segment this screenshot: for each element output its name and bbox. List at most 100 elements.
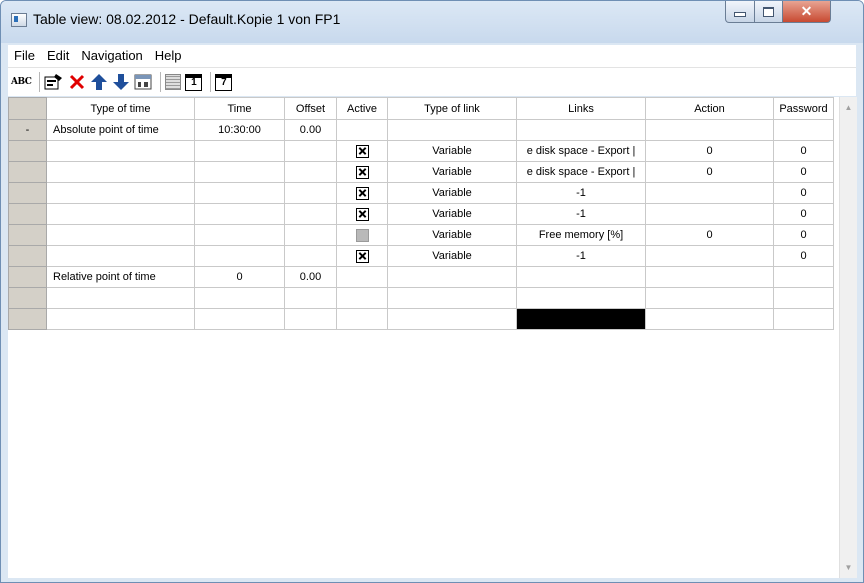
column-header[interactable]: Offset [284, 97, 337, 120]
cell-links[interactable] [516, 287, 646, 309]
active-checkbox[interactable] [355, 207, 369, 221]
spellcheck-button[interactable]: ABC [11, 71, 32, 93]
cell-active[interactable] [336, 287, 388, 309]
cell-time[interactable] [194, 203, 285, 225]
cell-type-of-link[interactable] [387, 308, 517, 330]
row-header[interactable] [8, 287, 47, 309]
cell-time[interactable]: 0 [194, 266, 285, 288]
properties-button[interactable] [44, 71, 64, 93]
cell-offset[interactable] [284, 161, 337, 183]
cell-action[interactable] [645, 203, 774, 225]
scroll-up-icon[interactable]: ▲ [840, 99, 857, 116]
table-row[interactable]: Variable e disk space - Export | 0 0 [8, 161, 834, 183]
cell-time[interactable] [194, 140, 285, 162]
table-row[interactable]: - Absolute point of time 10:30:00 0.00 [8, 119, 834, 141]
row-header[interactable] [8, 161, 47, 183]
table-row[interactable]: Variable e disk space - Export | 0 0 [8, 140, 834, 162]
cell-password[interactable]: 0 [773, 245, 834, 267]
cell-time[interactable] [194, 182, 285, 204]
cell-password[interactable]: 0 [773, 161, 834, 183]
active-checkbox[interactable] [355, 186, 369, 200]
table-row[interactable]: Variable Free memory [%] 0 0 [8, 224, 834, 246]
cell-offset[interactable]: 0.00 [284, 266, 337, 288]
menu-edit[interactable]: Edit [41, 45, 75, 67]
row-header[interactable]: - [8, 119, 47, 141]
grid-button[interactable] [165, 71, 182, 93]
numbering-button[interactable] [134, 71, 152, 93]
title-bar[interactable]: Table view: 08.02.2012 - Default.Kopie 1… [1, 1, 863, 43]
menu-file[interactable]: File [8, 45, 41, 67]
cell-type-of-time[interactable] [46, 224, 195, 246]
cell-active[interactable] [336, 308, 388, 330]
cell-links[interactable]: e disk space - Export | [516, 140, 646, 162]
cell-active[interactable] [336, 266, 388, 288]
row-header[interactable] [8, 308, 47, 330]
column-header[interactable]: Type of time [46, 97, 195, 120]
table-row[interactable]: Variable -1 0 [8, 182, 834, 204]
cell-action[interactable] [645, 182, 774, 204]
cell-links[interactable] [516, 266, 646, 288]
cell-password[interactable] [773, 308, 834, 330]
cell-offset[interactable] [284, 140, 337, 162]
cell-action[interactable]: 0 [645, 161, 774, 183]
cell-password[interactable]: 0 [773, 224, 834, 246]
cell-password[interactable] [773, 287, 834, 309]
cell-offset[interactable] [284, 287, 337, 309]
column-header[interactable]: Active [336, 97, 388, 120]
cell-action[interactable] [645, 308, 774, 330]
cell-active[interactable] [336, 161, 388, 183]
cell-time[interactable] [194, 287, 285, 309]
column-header[interactable]: Password [773, 97, 834, 120]
cell-type-of-time[interactable] [46, 203, 195, 225]
cell-type-of-time[interactable] [46, 245, 195, 267]
table-row[interactable] [8, 308, 834, 330]
cell-active[interactable] [336, 203, 388, 225]
menu-help[interactable]: Help [149, 45, 188, 67]
cell-type-of-link[interactable]: Variable [387, 140, 517, 162]
close-button[interactable]: ✕ [782, 1, 831, 23]
cell-type-of-time[interactable] [46, 161, 195, 183]
cell-password[interactable] [773, 119, 834, 141]
cell-time[interactable] [194, 161, 285, 183]
cell-offset[interactable] [284, 182, 337, 204]
table-row[interactable]: Variable -1 0 [8, 245, 834, 267]
cell-type-of-link[interactable] [387, 266, 517, 288]
delete-button[interactable] [68, 71, 86, 93]
app-icon[interactable] [11, 13, 27, 27]
cell-type-of-time[interactable] [46, 308, 195, 330]
cell-type-of-time[interactable]: Absolute point of time [46, 119, 195, 141]
cell-action[interactable] [645, 266, 774, 288]
column-header[interactable]: Time [194, 97, 285, 120]
cell-type-of-link[interactable]: Variable [387, 245, 517, 267]
cell-type-of-link[interactable]: Variable [387, 161, 517, 183]
cell-active[interactable] [336, 182, 388, 204]
row-header[interactable] [8, 266, 47, 288]
cell-password[interactable]: 0 [773, 182, 834, 204]
active-checkbox[interactable] [355, 249, 369, 263]
cell-action[interactable] [645, 287, 774, 309]
cell-type-of-link[interactable] [387, 119, 517, 141]
row-header[interactable] [8, 224, 47, 246]
cell-action[interactable]: 0 [645, 140, 774, 162]
cell-type-of-link[interactable]: Variable [387, 224, 517, 246]
menu-navigation[interactable]: Navigation [75, 45, 148, 67]
cell-links[interactable]: -1 [516, 245, 646, 267]
row-header[interactable] [8, 245, 47, 267]
column-header[interactable]: Action [645, 97, 774, 120]
week-view-button[interactable]: 7 [215, 71, 233, 93]
cell-active[interactable] [336, 119, 388, 141]
cell-password[interactable]: 0 [773, 140, 834, 162]
cell-active[interactable] [336, 245, 388, 267]
scroll-down-icon[interactable]: ▼ [840, 559, 857, 576]
cell-time[interactable] [194, 308, 285, 330]
cell-password[interactable]: 0 [773, 203, 834, 225]
cell-links[interactable]: -1 [516, 182, 646, 204]
table-row[interactable] [8, 287, 834, 309]
cell-action[interactable] [645, 119, 774, 141]
cell-offset[interactable] [284, 224, 337, 246]
maximize-button[interactable] [754, 1, 783, 23]
active-checkbox[interactable] [355, 165, 369, 179]
cell-links[interactable]: Free memory [%] [516, 224, 646, 246]
cell-offset[interactable] [284, 203, 337, 225]
cell-links[interactable] [516, 308, 646, 330]
